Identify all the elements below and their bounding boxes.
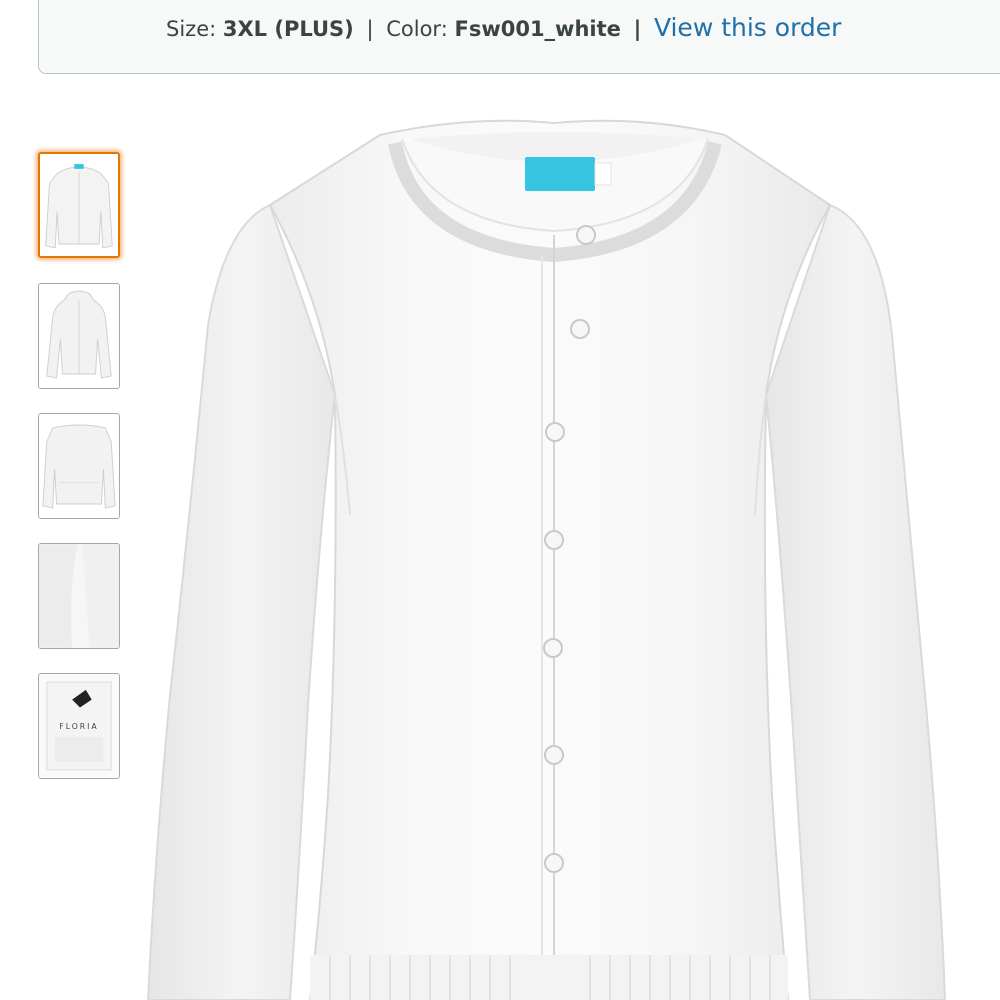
- thumbnail-back[interactable]: [38, 413, 120, 519]
- view-order-link[interactable]: View this order: [654, 13, 842, 42]
- cardigan-model-thumbnail-image: [39, 284, 119, 388]
- thumbnail-front[interactable]: [38, 152, 120, 258]
- cardigan-detail-thumbnail-image: [39, 544, 119, 648]
- packaging-brand-text: FLORIA: [59, 722, 98, 731]
- separator: |: [633, 17, 642, 41]
- thumbnail-model[interactable]: [38, 283, 120, 389]
- white-cardigan-image: [146, 119, 947, 1000]
- size-value: 3XL (PLUS): [222, 17, 354, 41]
- size-label: Size:: [166, 17, 217, 41]
- order-info-banner: Size: 3XL (PLUS) | Color: Fsw001_white |…: [38, 0, 1000, 74]
- thumbnail-packaging[interactable]: FLORIA: [38, 673, 120, 779]
- thumbnail-detail[interactable]: [38, 543, 120, 649]
- color-value: Fsw001_white: [454, 17, 621, 41]
- cardigan-packaging-thumbnail-image: FLORIA: [39, 674, 119, 778]
- cardigan-back-thumbnail-image: [39, 414, 119, 518]
- main-product-image[interactable]: [140, 95, 1000, 1000]
- blue-brand-tag: [525, 157, 595, 191]
- color-label: Color:: [386, 17, 448, 41]
- separator: |: [366, 17, 374, 41]
- cardigan-front-thumbnail-image: [40, 154, 118, 256]
- order-details-line: Size: 3XL (PLUS) | Color: Fsw001_white |…: [166, 13, 841, 42]
